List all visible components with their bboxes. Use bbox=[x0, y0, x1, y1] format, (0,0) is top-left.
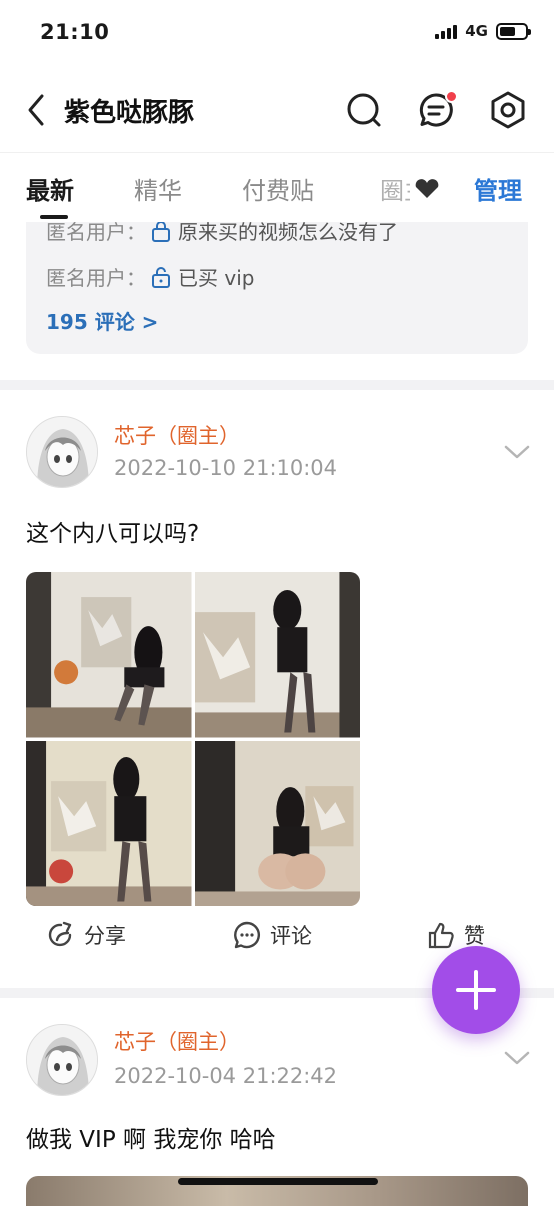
comment-icon bbox=[234, 921, 260, 949]
post-image-grid bbox=[26, 572, 360, 906]
post-image[interactable] bbox=[194, 572, 361, 738]
share-button[interactable]: 分享 bbox=[46, 920, 126, 950]
message-button[interactable] bbox=[416, 90, 458, 130]
tab-bar: 最新 精华 付费贴 圈主 管理 bbox=[0, 152, 554, 222]
comment-row: 匿名用户： 已买 vip bbox=[46, 262, 254, 291]
battery-icon bbox=[496, 22, 531, 40]
avatar[interactable] bbox=[26, 1024, 98, 1096]
share-icon bbox=[48, 921, 72, 947]
status-bar: 21:10 4G bbox=[0, 0, 554, 66]
comment-user: 匿名用户： bbox=[46, 266, 146, 290]
tab-owner-label: 圈主 bbox=[380, 177, 410, 205]
page-title: 紫色哒豚豚 bbox=[64, 98, 195, 128]
unlock-icon bbox=[152, 266, 170, 288]
avatar[interactable] bbox=[26, 416, 98, 488]
active-tab-indicator bbox=[40, 215, 68, 219]
tab-featured[interactable]: 精华 bbox=[134, 171, 182, 206]
settings-icon[interactable] bbox=[488, 90, 528, 130]
tab-paid-posts[interactable]: 付费贴 bbox=[242, 171, 314, 206]
chevron-left-icon[interactable] bbox=[22, 92, 52, 128]
home-indicator[interactable] bbox=[178, 1178, 378, 1185]
create-post-button[interactable] bbox=[432, 946, 520, 1034]
post-image[interactable] bbox=[26, 572, 192, 738]
chevron-down-icon[interactable] bbox=[504, 444, 530, 460]
divider bbox=[0, 380, 554, 390]
view-comments-link[interactable]: 195 评论 > bbox=[46, 306, 158, 335]
heart-icon[interactable] bbox=[414, 179, 440, 199]
signal-icon bbox=[435, 23, 458, 39]
comment-button[interactable]: 评论 bbox=[232, 920, 312, 950]
comment-user: 匿名用户： bbox=[46, 222, 146, 244]
manage-button[interactable]: 管理 bbox=[474, 171, 522, 206]
post-author[interactable]: 芯子（圈主） bbox=[114, 1026, 240, 1056]
search-icon[interactable] bbox=[344, 90, 384, 130]
comment-text: 原来买的视频怎么没有了 bbox=[178, 222, 398, 244]
post-image[interactable] bbox=[26, 740, 192, 907]
comment-text: 已买 vip bbox=[178, 266, 255, 290]
post-image[interactable] bbox=[194, 740, 361, 907]
notification-dot bbox=[445, 90, 458, 103]
status-indicators: 4G bbox=[435, 22, 531, 40]
comment-label: 评论 bbox=[270, 924, 312, 948]
tab-owner-truncated[interactable]: 圈主 bbox=[380, 171, 410, 212]
lock-icon bbox=[152, 222, 170, 242]
plus-icon bbox=[456, 970, 496, 1010]
share-label: 分享 bbox=[84, 924, 126, 948]
top-navigation: 紫色哒豚豚 bbox=[0, 70, 554, 150]
post-text: 做我 VIP 啊 我宠你 哈哈 bbox=[26, 1127, 276, 1153]
post-author[interactable]: 芯子（圈主） bbox=[114, 420, 240, 450]
thumbs-up-icon bbox=[428, 922, 454, 949]
post-card: 芯子（圈主） 2022-10-10 21:10:04 这个内八可以吗? 分享 评… bbox=[0, 390, 554, 990]
status-time: 21:10 bbox=[40, 20, 110, 44]
comment-preview[interactable]: 匿名用户： 原来买的视频怎么没有了 匿名用户： 已买 vip 195 评论 > bbox=[26, 222, 528, 354]
network-type: 4G bbox=[465, 22, 488, 40]
comment-row: 匿名用户： 原来买的视频怎么没有了 bbox=[46, 222, 398, 245]
post-time: 2022-10-10 21:10:04 bbox=[114, 456, 338, 480]
post-time: 2022-10-04 21:22:42 bbox=[114, 1064, 338, 1088]
post-text: 这个内八可以吗? bbox=[26, 521, 200, 547]
tab-latest[interactable]: 最新 bbox=[26, 171, 74, 206]
chevron-down-icon[interactable] bbox=[504, 1050, 530, 1066]
